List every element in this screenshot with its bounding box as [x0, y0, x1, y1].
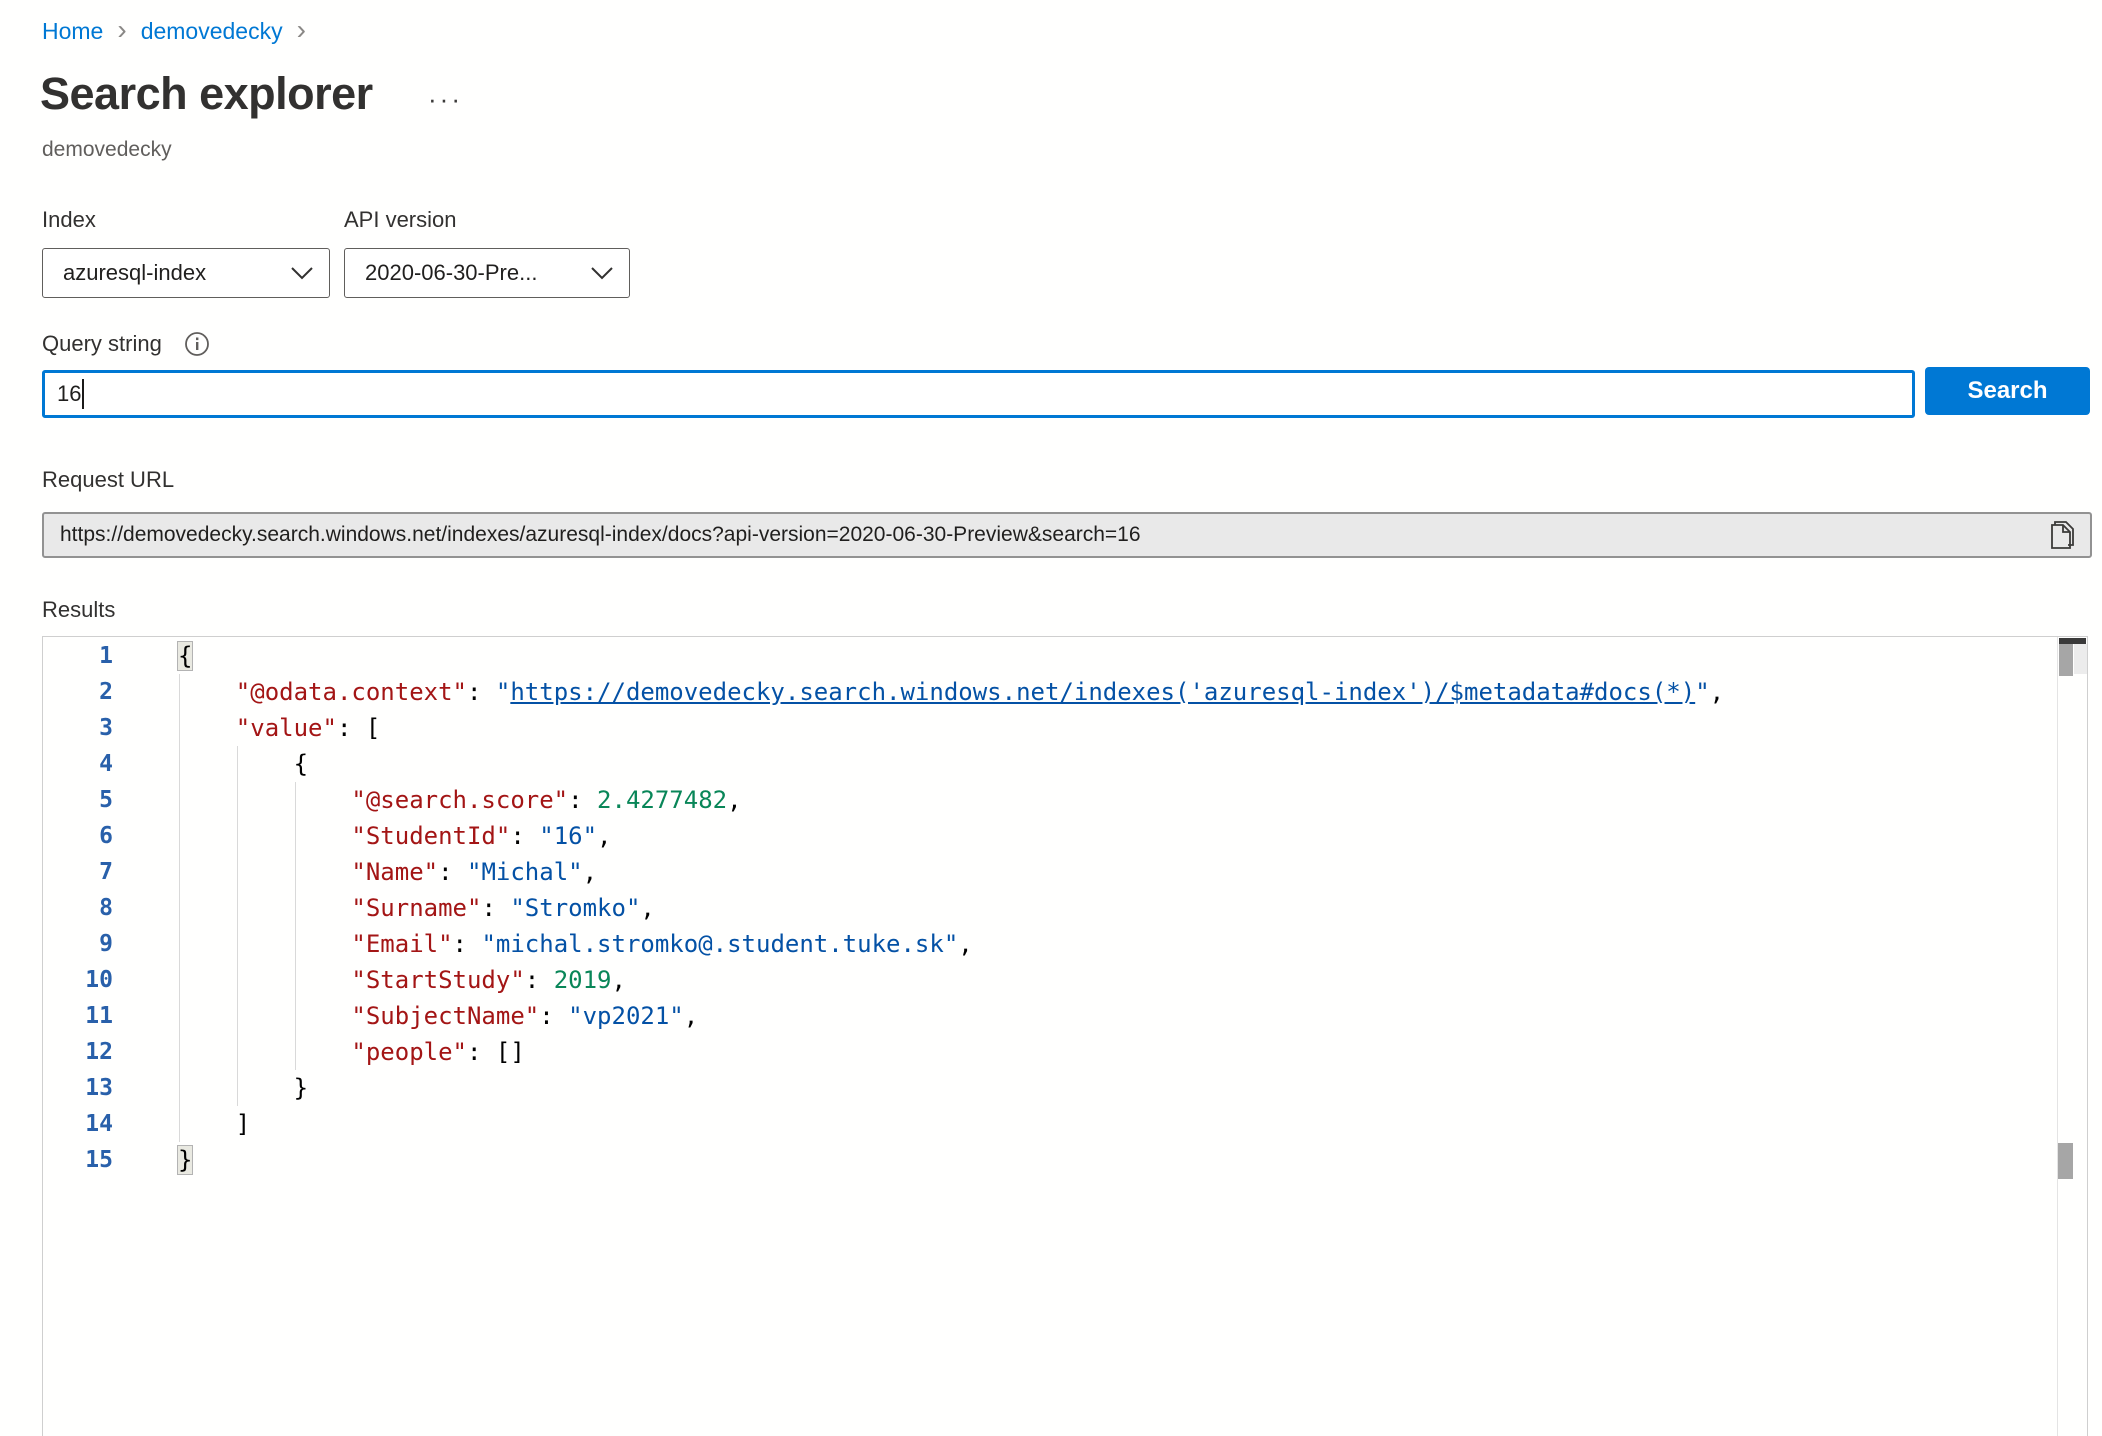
code-line: 7 "Name": "Michal",: [43, 854, 2057, 890]
line-number: 10: [43, 962, 113, 998]
context-menu-ellipsis-icon[interactable]: ···: [428, 84, 463, 115]
editor-scrollbar-thumb[interactable]: [2059, 644, 2073, 676]
copy-icon: [2050, 520, 2076, 550]
code-line: 10 "StartStudy": 2019,: [43, 962, 2057, 998]
query-string-label: Query string: [42, 331, 162, 357]
line-number: 15: [43, 1142, 113, 1178]
chevron-right-icon: ›: [297, 18, 306, 41]
code-line: 3 "value": [: [43, 710, 2057, 746]
line-number: 12: [43, 1034, 113, 1070]
code-line: 4 {: [43, 746, 2057, 782]
breadcrumb: Home › demovedecky ›: [42, 18, 306, 45]
code-line: 5 "@search.score": 2.4277482,: [43, 782, 2057, 818]
code-lines: 1{2 "@odata.context": "https://demovedec…: [43, 638, 2057, 1178]
line-number: 7: [43, 854, 113, 890]
line-number: 1: [43, 638, 113, 674]
api-version-select-value: 2020-06-30-Pre...: [365, 260, 537, 286]
copy-button[interactable]: [2050, 520, 2076, 550]
page-scrollbar-thumb[interactable]: [2058, 1143, 2073, 1179]
request-url-label: Request URL: [42, 467, 174, 493]
code-line: 2 "@odata.context": "https://demovedecky…: [43, 674, 2057, 710]
scrollbar-track[interactable]: [2057, 637, 2087, 1436]
line-number: 6: [43, 818, 113, 854]
api-version-label: API version: [344, 207, 457, 233]
code-line: 13 }: [43, 1070, 2057, 1106]
request-url-value: https://demovedecky.search.windows.net/i…: [60, 523, 2050, 547]
api-version-select[interactable]: 2020-06-30-Pre...: [344, 248, 630, 298]
code-line: 6 "StudentId": "16",: [43, 818, 2057, 854]
index-label: Index: [42, 207, 96, 233]
line-number: 13: [43, 1070, 113, 1106]
query-string-value: 16: [57, 381, 81, 407]
code-line: 8 "Surname": "Stromko",: [43, 890, 2057, 926]
results-label: Results: [42, 597, 115, 623]
search-explorer-page: Home › demovedecky › Search explorer ···…: [0, 0, 2102, 1436]
index-select[interactable]: azuresql-index: [42, 248, 330, 298]
line-number: 3: [43, 710, 113, 746]
line-number: 4: [43, 746, 113, 782]
overview-ruler-mark: [2074, 644, 2087, 674]
text-cursor: [82, 379, 84, 409]
index-select-value: azuresql-index: [63, 260, 206, 286]
line-number: 2: [43, 674, 113, 710]
query-string-input[interactable]: 16: [42, 370, 1915, 418]
code-line: 15}: [43, 1142, 2057, 1178]
code-line: 12 "people": []: [43, 1034, 2057, 1070]
breadcrumb-link-demovedecky[interactable]: demovedecky: [141, 18, 283, 45]
results-editor[interactable]: 1{2 "@odata.context": "https://demovedec…: [42, 636, 2088, 1436]
chevron-down-icon: [591, 267, 613, 280]
line-number: 5: [43, 782, 113, 818]
info-icon[interactable]: [184, 331, 210, 357]
chevron-right-icon: ›: [117, 18, 126, 41]
line-number: 9: [43, 926, 113, 962]
code-line: 9 "Email": "michal.stromko@.student.tuke…: [43, 926, 2057, 962]
page-title: Search explorer: [40, 68, 373, 120]
code-line: 11 "SubjectName": "vp2021",: [43, 998, 2057, 1034]
line-number: 14: [43, 1106, 113, 1142]
line-number: 8: [43, 890, 113, 926]
chevron-down-icon: [291, 267, 313, 280]
page-subtitle: demovedecky: [42, 138, 172, 162]
breadcrumb-link-home[interactable]: Home: [42, 18, 103, 45]
search-button[interactable]: Search: [1925, 367, 2090, 415]
code-line: 14 ]: [43, 1106, 2057, 1142]
request-url-field[interactable]: https://demovedecky.search.windows.net/i…: [42, 512, 2092, 558]
line-number: 11: [43, 998, 113, 1034]
code-line: 1{: [43, 638, 2057, 674]
